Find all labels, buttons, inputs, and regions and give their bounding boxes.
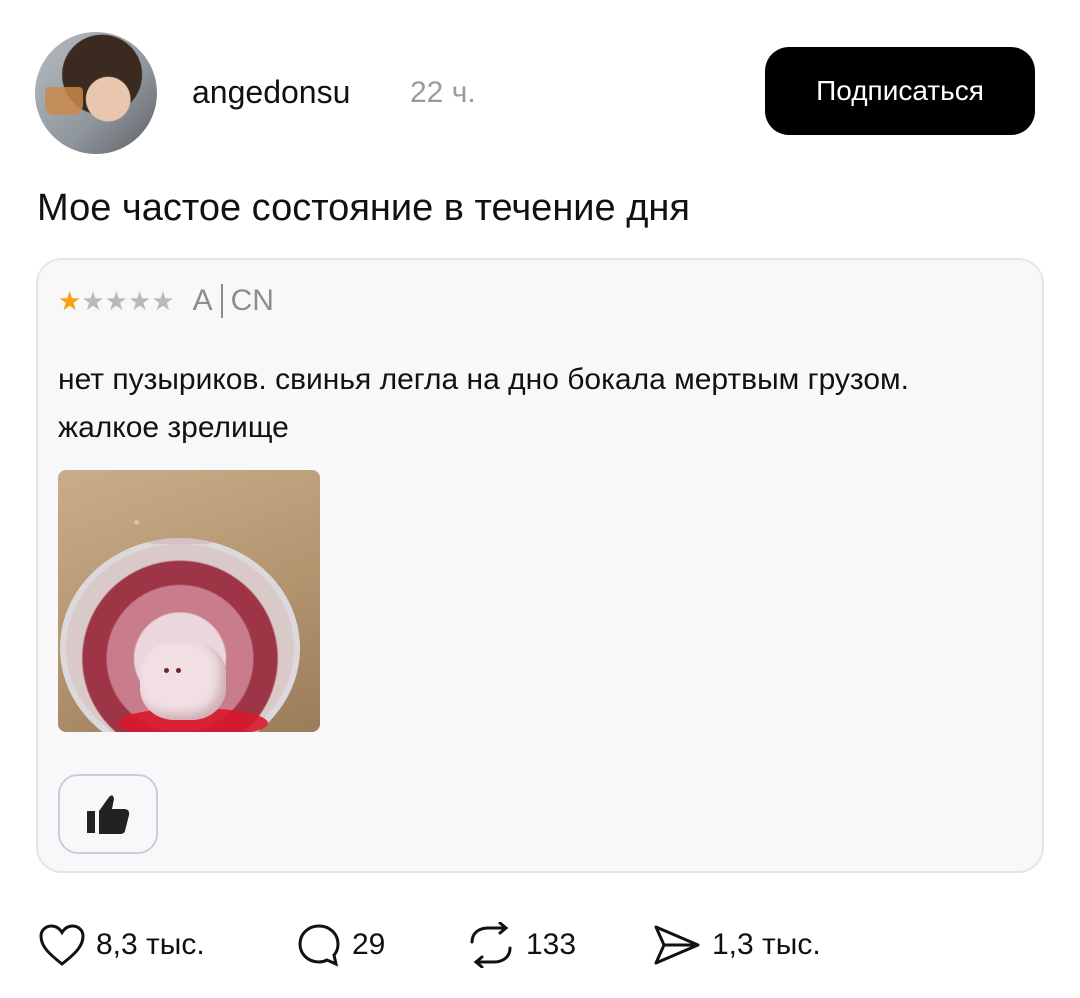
star-filled-icon: ★ xyxy=(58,286,82,316)
star-empty-icon: ★ xyxy=(127,286,152,316)
language-toggle[interactable]: A CN xyxy=(193,284,274,318)
post-actions: 8,3 тыс. 29 133 1,3 тыс. xyxy=(38,920,938,970)
language-cn[interactable]: CN xyxy=(231,284,274,318)
language-a[interactable]: A xyxy=(193,284,213,318)
review-card: ★ ★ ★ ★ ★ A CN нет пузыриков. свинья лег… xyxy=(36,258,1044,873)
star-empty-icon: ★ xyxy=(81,286,105,316)
repost-action[interactable]: 133 xyxy=(466,920,576,970)
username[interactable]: angedonsu xyxy=(192,74,350,111)
like-action[interactable]: 8,3 тыс. xyxy=(38,920,205,970)
send-arrow-icon xyxy=(654,925,700,965)
share-action[interactable]: 1,3 тыс. xyxy=(652,920,821,970)
like-count: 8,3 тыс. xyxy=(96,928,205,961)
repost-arrows-icon xyxy=(470,922,512,968)
star-empty-icon: ★ xyxy=(151,286,175,316)
heart-icon xyxy=(39,924,85,966)
helpful-button[interactable] xyxy=(58,774,158,854)
star-empty-icon: ★ xyxy=(104,286,128,316)
rating-row: ★ ★ ★ ★ ★ A CN xyxy=(58,284,274,318)
comment-count: 29 xyxy=(352,928,386,961)
post-caption: Мое частое состояние в течение дня xyxy=(37,187,690,229)
comment-action[interactable]: 29 xyxy=(296,920,385,970)
share-count: 1,3 тыс. xyxy=(712,928,821,961)
subscribe-button[interactable]: Подписаться xyxy=(765,47,1035,135)
thumbs-up-icon xyxy=(87,795,130,834)
repost-count: 133 xyxy=(526,928,577,961)
review-photo[interactable] xyxy=(58,470,320,732)
post-time: 22 ч. xyxy=(410,76,476,109)
review-text: нет пузыриков. свинья легла на дно бокал… xyxy=(58,363,909,444)
comment-bubble-icon xyxy=(298,924,340,967)
language-divider xyxy=(220,284,223,318)
avatar[interactable] xyxy=(35,32,157,154)
